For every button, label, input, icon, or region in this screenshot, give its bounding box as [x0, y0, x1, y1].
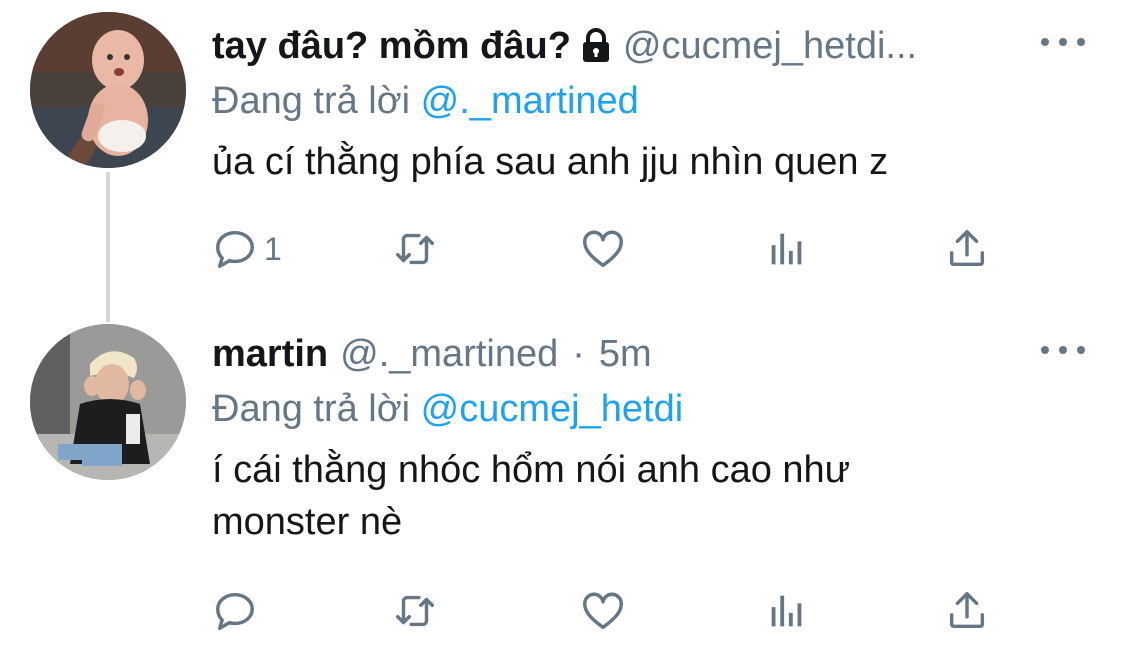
more-icon[interactable] [1041, 340, 1085, 360]
avatar[interactable] [30, 324, 186, 480]
avatar[interactable] [30, 12, 186, 168]
tweet-header: tay đâu? mồm đâu? @cucmej_hetdi... [212, 18, 917, 74]
share-button[interactable] [944, 224, 990, 274]
tweet-header: martin @._martined · 5m [212, 326, 652, 382]
reply-icon [216, 230, 254, 268]
user-handle[interactable]: @._martined [340, 333, 558, 376]
replying-to-link[interactable]: @cucmej_hetdi [421, 388, 683, 430]
retweet-icon [396, 595, 434, 627]
like-button[interactable] [580, 586, 626, 636]
more-icon[interactable] [1041, 32, 1085, 52]
tweet-actions [212, 586, 1012, 636]
analytics-button[interactable] [764, 224, 810, 274]
reply-button[interactable] [212, 586, 258, 636]
baby-avatar-icon [30, 12, 186, 168]
share-button[interactable] [944, 586, 990, 636]
thread-connector [106, 172, 110, 322]
reply-icon [216, 592, 254, 630]
tweet-text-line: í cái thằng nhóc hổm nói anh cao như [212, 449, 851, 491]
display-name[interactable]: tay đâu? mồm đâu? [212, 25, 571, 68]
replying-to-link[interactable]: @._martined [421, 80, 639, 122]
replying-to: Đang trả lời @._martined [212, 80, 639, 123]
like-icon [583, 592, 623, 630]
retweet-button[interactable] [392, 224, 438, 274]
like-icon [583, 230, 623, 268]
share-icon [949, 592, 985, 629]
retweet-button[interactable] [392, 586, 438, 636]
display-name[interactable]: martin [212, 333, 328, 376]
retweet-icon [396, 233, 434, 265]
share-icon [949, 230, 985, 267]
reply-count: 1 [264, 230, 282, 267]
reply-button[interactable]: 1 [212, 224, 282, 274]
person-avatar-icon [30, 324, 186, 480]
analytics-icon [771, 233, 802, 265]
analytics-icon [771, 595, 802, 627]
analytics-button[interactable] [764, 586, 810, 636]
tweet-actions: 1 [212, 224, 1012, 274]
tweet-text-line: monster nè [212, 501, 403, 543]
replying-prefix: Đang trả lời [212, 80, 411, 122]
like-button[interactable] [580, 224, 626, 274]
replying-to: Đang trả lời @cucmej_hetdi [212, 388, 683, 431]
replying-prefix: Đang trả lời [212, 388, 411, 430]
lock-icon [581, 28, 611, 64]
user-handle[interactable]: @cucmej_hetdi... [623, 25, 917, 68]
tweet-text: í cái thằng nhóc hổm nói anh cao như mon… [212, 444, 850, 548]
separator-dot: · [572, 332, 585, 375]
tweet-text: ủa cí thằng phía sau anh jju nhìn quen z [212, 141, 889, 183]
timestamp[interactable]: 5m [599, 333, 652, 376]
